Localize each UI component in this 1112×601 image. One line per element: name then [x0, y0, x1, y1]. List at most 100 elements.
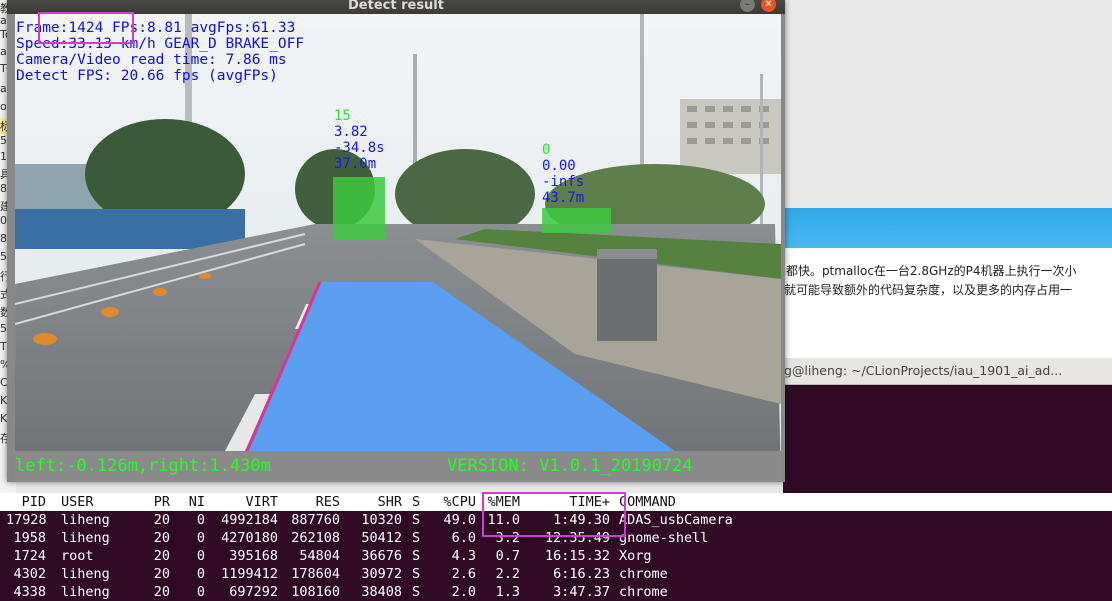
process-cell-res: 262108 — [291, 530, 340, 546]
process-cell-cpu: 6.0 — [451, 530, 476, 546]
detection-rel-speed: -infs — [542, 174, 585, 190]
background-page-banner — [783, 208, 1112, 248]
process-cell-user: liheng — [61, 584, 110, 600]
process-cell-virt: 1199412 — [221, 566, 278, 582]
process-cell-shr: 36676 — [361, 548, 402, 564]
process-cell-time: 6:16.23 — [553, 566, 610, 582]
process-cell-s: S — [412, 512, 421, 528]
header-pid: PID — [21, 494, 46, 510]
process-cell-s: S — [412, 530, 421, 546]
header-command: COMMAND — [619, 494, 676, 510]
header-pr: PR — [153, 494, 170, 510]
process-cell-time: 3:47.37 — [553, 584, 610, 600]
process-cell-pr: 20 — [153, 584, 170, 600]
process-cell-cmd: chrome — [619, 566, 668, 582]
detection-label-car: 0 0.00 -infs 43.7m — [542, 142, 584, 206]
terminal-titlebar[interactable]: g@liheng: ~/CLionProjects/iau_1901_ai_ad… — [783, 358, 1112, 385]
process-cell-s: S — [412, 548, 421, 564]
process-cell-shr: 50412 — [361, 530, 402, 546]
terminal-title: g@liheng: ~/CLionProjects/iau_1901_ai_ad… — [784, 363, 1063, 378]
process-cell-shr: 10320 — [361, 512, 402, 528]
process-cell-time: 16:15.32 — [544, 548, 610, 564]
header-shr: SHR — [377, 494, 402, 510]
background-text-fragment: T — [0, 340, 7, 353]
process-cell-ni: 0 — [196, 512, 205, 528]
blue-construction-fence — [15, 209, 245, 249]
process-cell-user: root — [61, 548, 94, 564]
header-virt: VIRT — [245, 494, 278, 510]
process-cell-res: 178604 — [291, 566, 340, 582]
process-cell-s: S — [412, 566, 421, 582]
detection-box-bus — [333, 177, 385, 240]
hud-speed-line: Speed:33.13 km/h GEAR_D BRAKE_OFF — [16, 36, 305, 52]
camera-frame: Frame:1424 FPs:8.81 avgFps:61.33 Speed:3… — [15, 14, 781, 482]
process-cell-res: 887760 — [291, 512, 340, 528]
process-row[interactable]: 17928 liheng 20 0 4992184 887760 10320 S 49.0 11.… — [0, 511, 1112, 529]
detection-distance: 37.0m — [334, 156, 377, 172]
trash-bin — [597, 249, 657, 341]
process-cell-ni: 0 — [196, 530, 205, 546]
detection-box-car — [542, 208, 611, 233]
detection-id: 15 — [334, 108, 351, 124]
top-header-row: PID USER PR NI VIRT RES SHR S %CPU %MEM … — [0, 493, 1112, 511]
process-cell-res: 54804 — [299, 548, 340, 564]
process-cell-mem: 11.0 — [487, 512, 520, 528]
process-row[interactable]: 1958 liheng 20 0 4270180 262108 50412 S 6.0 3.2 12… — [0, 529, 1112, 547]
process-cell-pid: 1724 — [13, 548, 46, 564]
process-cell-s: S — [412, 584, 421, 600]
process-cell-cmd: Xorg — [619, 548, 652, 564]
process-row[interactable]: 4338 liheng 20 0 697292 108160 38408 S 2.0 1.3 3:4… — [0, 583, 1112, 601]
hud-detect-fps-line: Detect FPS: 20.66 fps (avgFPs) — [16, 68, 278, 84]
process-cell-pid: 1958 — [13, 530, 46, 546]
process-cell-virt: 697292 — [229, 584, 278, 600]
detection-distance: 43.7m — [542, 190, 585, 206]
process-cell-ni: 0 — [196, 566, 205, 582]
process-cell-res: 108160 — [291, 584, 340, 600]
process-cell-time: 1:49.30 — [553, 512, 610, 528]
detect-result-window[interactable]: Detect result – ✕ Frame:1424 FPs:8.81 av… — [7, 0, 785, 482]
process-cell-time: 12:35.49 — [544, 530, 610, 546]
lane-offsets: left:-0.126m,right:1.430m — [15, 456, 271, 476]
process-cell-cpu: 2.0 — [451, 584, 476, 600]
process-row[interactable]: 1724 root 20 0 395168 54804 36676 S 4.3 0.7 16:15.… — [0, 547, 1112, 565]
process-cell-user: liheng — [61, 512, 110, 528]
header-res: RES — [315, 494, 340, 510]
hud-read-time-line: Camera/Video read time: 7.86 ms — [16, 52, 287, 68]
process-cell-mem: 3.2 — [495, 530, 520, 546]
detection-id: 0 — [542, 142, 551, 158]
process-cell-mem: 1.3 — [495, 584, 520, 600]
road-scene — [15, 14, 781, 482]
process-cell-virt: 395168 — [229, 548, 278, 564]
background-text-line: oc都快。ptmalloc在一台2.8GHz的P4机器上执行一次小 — [772, 264, 1077, 278]
process-cell-cmd: gnome-shell — [619, 530, 709, 546]
process-row[interactable]: 4302 liheng 20 0 1199412 178604 30972 S 2.6 2.2 6:… — [0, 565, 1112, 583]
header-cpu: %CPU — [443, 494, 476, 510]
process-cell-cmd: ADAS_usbCamera — [619, 512, 733, 528]
background-text-fragment: 5 — [0, 322, 7, 335]
process-cell-pid: 17928 — [6, 512, 47, 528]
header-state: S — [412, 494, 421, 510]
terminal-body[interactable] — [783, 385, 1112, 493]
process-cell-user: liheng — [61, 566, 110, 582]
header-ni: NI — [188, 494, 205, 510]
detection-ttc: 3.82 — [334, 124, 368, 140]
process-cell-ni: 0 — [196, 548, 205, 564]
process-cell-pid: 4338 — [13, 584, 46, 600]
window-title: Detect result — [348, 0, 444, 13]
process-cell-cmd: chrome — [619, 584, 668, 600]
process-cell-pr: 20 — [153, 548, 170, 564]
detection-label-bus: 15 3.82 -34.8s 37.0m — [334, 108, 385, 172]
detection-rel-speed: -34.8s — [334, 140, 385, 156]
header-mem: %MEM — [487, 494, 520, 510]
process-cell-mem: 2.2 — [495, 566, 520, 582]
process-cell-cpu: 4.3 — [451, 548, 476, 564]
process-cell-pr: 20 — [153, 566, 170, 582]
process-cell-pid: 4302 — [13, 566, 46, 582]
process-cell-pr: 20 — [153, 530, 170, 546]
process-cell-ni: 0 — [196, 584, 205, 600]
window-titlebar[interactable]: Detect result – ✕ — [7, 0, 785, 14]
process-cell-mem: 0.7 — [495, 548, 520, 564]
top-process-table[interactable]: PID USER PR NI VIRT RES SHR S %CPU %MEM … — [0, 493, 1112, 601]
hud-frame-line: Frame:1424 FPs:8.81 avgFps:61.33 — [16, 20, 296, 36]
process-cell-pr: 20 — [153, 512, 170, 528]
